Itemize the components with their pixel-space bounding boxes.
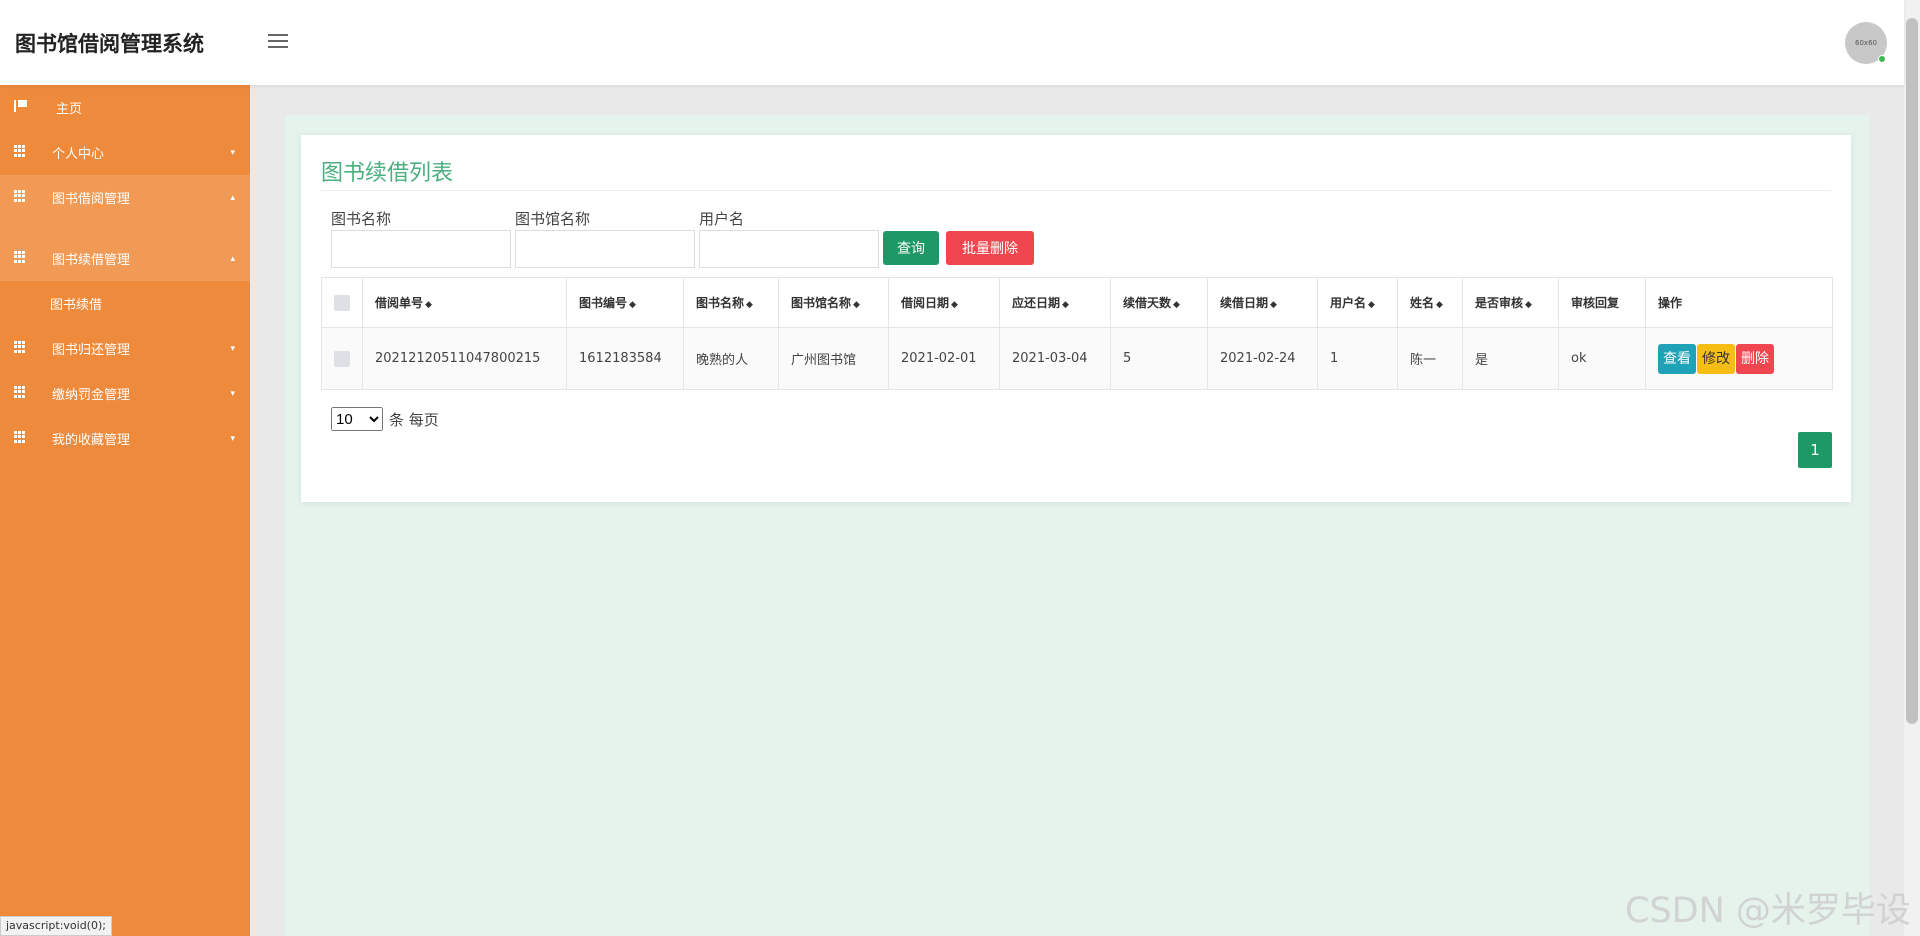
cell-book-no: 1612183584 — [566, 327, 684, 390]
page-number-button[interactable]: 1 — [1798, 432, 1832, 468]
select-all-checkbox[interactable] — [334, 294, 350, 311]
row-checkbox[interactable] — [334, 350, 350, 367]
cell-library-name: 广州图书馆 — [778, 327, 889, 390]
column-header[interactable]: 借阅日期 ◆ — [888, 277, 1000, 328]
sort-icon: ◆ — [425, 300, 432, 310]
sort-icon: ◆ — [1270, 300, 1277, 310]
column-header[interactable]: 续借日期 ◆ — [1207, 277, 1318, 328]
row-select-cell — [321, 327, 363, 390]
watermark: CSDN @米罗毕设 — [1625, 891, 1911, 931]
username-input[interactable] — [699, 230, 879, 268]
table-header-row: 借阅单号 ◆ 图书编号 ◆ 图书名称 ◆ 图书馆名称 ◆ 借阅日期 ◆ 应还日期 ◆ 续借天… — [321, 277, 1833, 328]
sort-icon: ◆ — [629, 300, 636, 310]
chevron-up-icon: ▴ — [230, 253, 235, 264]
cell-renew-days: 5 — [1110, 327, 1208, 390]
batch-delete-button[interactable]: 批量删除 — [946, 231, 1034, 265]
column-header[interactable]: 是否审核 ◆ — [1462, 277, 1559, 328]
sort-icon: ◆ — [1368, 300, 1375, 310]
cell-actions: 查看 修改 删除 — [1645, 327, 1833, 390]
library-name-input[interactable] — [515, 230, 695, 268]
sort-icon: ◆ — [1062, 300, 1069, 310]
sidebar-item-favorites-management[interactable]: 我的收藏管理 ▾ — [0, 416, 250, 461]
column-header[interactable]: 续借天数 ◆ — [1110, 277, 1208, 328]
page-size-select[interactable]: 10 — [331, 407, 383, 431]
status-bar-url: javascript:void(0); — [0, 916, 112, 936]
grid-icon — [14, 386, 27, 398]
collapsing-submenu — [0, 220, 250, 236]
search-button[interactable]: 查询 — [883, 231, 939, 265]
sort-icon: ◆ — [1173, 300, 1180, 310]
sidebar: 主页 个人中心 ▾ 图书借阅管理 ▴ 图书续借管理 ▴ 图书续借 图书归还管理 … — [0, 85, 250, 936]
cell-book-name: 晚熟的人 — [683, 327, 779, 390]
delete-button[interactable]: 删除 — [1736, 343, 1774, 374]
library-name-label: 图书馆名称 — [515, 210, 591, 228]
sort-icon: ◆ — [1525, 300, 1532, 310]
grid-icon — [14, 341, 27, 353]
sidebar-item-renew-management[interactable]: 图书续借管理 ▴ — [0, 236, 250, 281]
hamburger-menu-icon[interactable] — [268, 34, 288, 50]
sort-icon: ◆ — [746, 300, 753, 310]
sidebar-item-borrow-management[interactable]: 图书借阅管理 ▴ — [0, 175, 250, 220]
top-header: 图书馆借阅管理系统 60x60 — [0, 0, 1904, 85]
column-header: 审核回复 — [1558, 277, 1646, 328]
chevron-down-icon: ▾ — [230, 147, 235, 158]
column-header: 操作 — [1645, 277, 1833, 328]
sidebar-item-fine-management[interactable]: 缴纳罚金管理 ▾ — [0, 371, 250, 416]
cell-due-date: 2021-03-04 — [999, 327, 1111, 390]
sidebar-item-personal-center[interactable]: 个人中心 ▾ — [0, 130, 250, 175]
sort-icon: ◆ — [951, 300, 958, 310]
cell-renew-date: 2021-02-24 — [1207, 327, 1318, 390]
chevron-down-icon: ▾ — [230, 388, 235, 399]
username-label: 用户名 — [699, 210, 745, 228]
page-title: 图书续借列表 — [321, 161, 454, 186]
sort-icon: ◆ — [1436, 300, 1443, 310]
column-header[interactable]: 应还日期 ◆ — [999, 277, 1111, 328]
column-header[interactable]: 用户名 ◆ — [1317, 277, 1398, 328]
grid-icon — [14, 145, 27, 157]
chevron-up-icon: ▴ — [230, 192, 235, 203]
chevron-down-icon: ▾ — [230, 343, 235, 354]
sort-icon: ◆ — [853, 300, 860, 310]
cell-username: 1 — [1317, 327, 1398, 390]
grid-icon — [14, 190, 27, 202]
cell-reviewed: 是 — [1462, 327, 1559, 390]
grid-icon — [14, 251, 27, 263]
sidebar-item-label: 我的收藏管理 — [52, 433, 131, 448]
sidebar-item-return-management[interactable]: 图书归还管理 ▾ — [0, 326, 250, 371]
cell-borrow-date: 2021-02-01 — [888, 327, 1000, 390]
page-size-control: 10 条 每页 — [331, 407, 439, 431]
cell-name: 陈一 — [1397, 327, 1463, 390]
column-header[interactable]: 姓名 ◆ — [1397, 277, 1463, 328]
sidebar-item-label: 个人中心 — [52, 147, 105, 162]
sidebar-item-label: 图书归还管理 — [52, 343, 131, 358]
sidebar-item-label: 图书续借管理 — [52, 253, 131, 268]
column-header[interactable]: 图书名称 ◆ — [683, 277, 779, 328]
app-title: 图书馆借阅管理系统 — [15, 32, 204, 56]
book-name-label: 图书名称 — [331, 210, 392, 228]
list-card: 图书续借列表 图书名称 图书馆名称 用户名 查询 批量删除 借阅单号 ◆ 图书编号… — [301, 135, 1851, 502]
sidebar-item-label: 缴纳罚金管理 — [52, 388, 131, 403]
select-all-header — [321, 277, 363, 328]
scrollbar-thumb[interactable] — [1906, 18, 1918, 724]
book-name-input[interactable] — [331, 230, 511, 268]
sidebar-item-label: 图书借阅管理 — [52, 192, 131, 207]
sidebar-item-home[interactable]: 主页 — [0, 85, 250, 130]
page-size-suffix: 条 每页 — [389, 410, 439, 429]
column-header[interactable]: 图书馆名称 ◆ — [778, 277, 889, 328]
flag-icon — [14, 100, 27, 112]
column-header[interactable]: 图书编号 ◆ — [566, 277, 684, 328]
renew-table: 借阅单号 ◆ 图书编号 ◆ 图书名称 ◆ 图书馆名称 ◆ 借阅日期 ◆ 应还日期 ◆ 续借天… — [321, 277, 1833, 390]
cell-review-reply: ok — [1558, 327, 1646, 390]
divider — [321, 190, 1831, 191]
table-row: 20212120511047800215 1612183584 晚熟的人 广州图… — [321, 327, 1833, 390]
chevron-down-icon: ▾ — [230, 433, 235, 444]
sidebar-subitem-renew[interactable]: 图书续借 — [0, 281, 250, 326]
view-button[interactable]: 查看 — [1658, 343, 1696, 374]
cell-borrow-no: 20212120511047800215 — [362, 327, 567, 390]
grid-icon — [14, 431, 27, 443]
online-status-dot — [1878, 55, 1886, 63]
sidebar-item-label: 主页 — [56, 102, 83, 117]
column-header[interactable]: 借阅单号 ◆ — [362, 277, 567, 328]
edit-button[interactable]: 修改 — [1697, 343, 1735, 374]
